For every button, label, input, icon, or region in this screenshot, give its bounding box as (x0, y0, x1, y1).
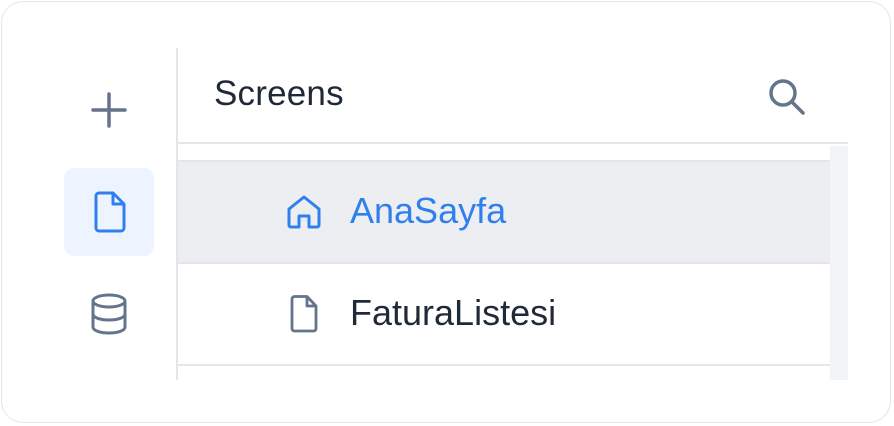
screens-tab-button[interactable] (64, 168, 154, 256)
home-icon (284, 192, 324, 232)
list-divider (178, 364, 830, 366)
file-icon (94, 191, 126, 233)
list-scrollbar[interactable] (830, 146, 848, 380)
list-item[interactable]: AnaSayfa (178, 160, 830, 262)
search-button[interactable] (764, 74, 810, 120)
add-button[interactable] (64, 66, 154, 154)
panel-title: Screens (214, 74, 344, 113)
screens-panel: Screens AnaSayfa FaturaListesi (178, 48, 848, 380)
header-divider (178, 142, 848, 144)
screens-list: AnaSayfa FaturaListesi (178, 160, 830, 366)
list-item-label: AnaSayfa (350, 190, 507, 231)
search-icon (769, 79, 805, 115)
screens-panel-frame: Screens AnaSayfa FaturaListesi (1, 1, 891, 423)
data-sources-button[interactable] (64, 270, 154, 358)
database-icon (91, 293, 127, 335)
file-icon (284, 294, 324, 334)
list-item-label: FaturaListesi (350, 292, 557, 333)
left-tool-rail (52, 48, 176, 380)
plus-icon (91, 92, 127, 128)
list-item[interactable]: FaturaListesi (178, 262, 830, 364)
panel-header: Screens (178, 48, 848, 142)
